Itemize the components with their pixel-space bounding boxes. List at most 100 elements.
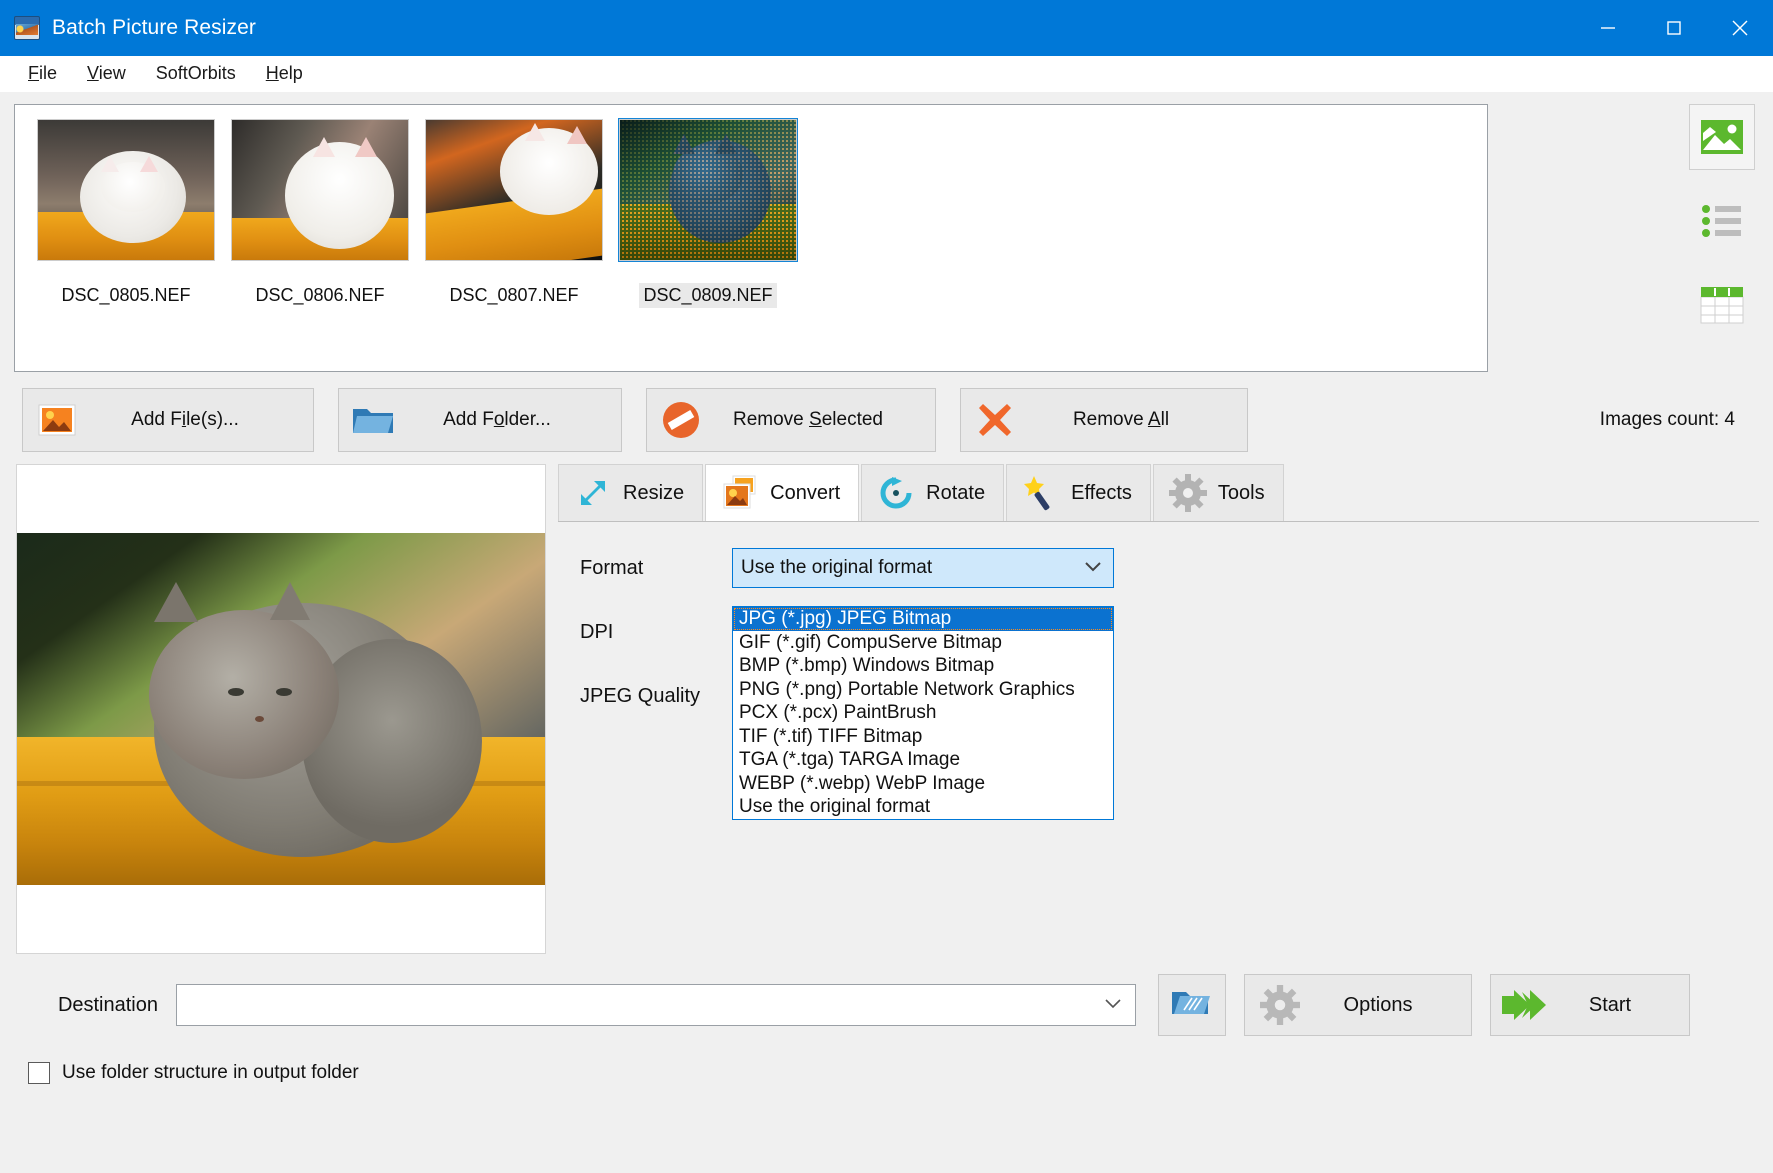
- list-item-label: DSC_0809.NEF: [639, 283, 777, 308]
- tab-tools[interactable]: Tools: [1152, 464, 1284, 522]
- options-label: Options: [1343, 993, 1413, 1016]
- dropdown-option[interactable]: JPG (*.jpg) JPEG Bitmap: [733, 607, 1113, 631]
- dropdown-option[interactable]: PCX (*.pcx) PaintBrush: [733, 701, 1113, 725]
- preview-image: [17, 533, 545, 885]
- tab-rotate-label: Rotate: [926, 481, 986, 504]
- dpi-label: DPI: [580, 620, 614, 643]
- convert-tab-panel: Format Use the original format DPI JPEG …: [558, 521, 1759, 952]
- dropdown-option[interactable]: TIF (*.tif) TIFF Bitmap: [733, 725, 1113, 749]
- images-count-label: Images count: 4: [1599, 409, 1735, 430]
- convert-images-icon: [718, 474, 762, 512]
- window-title: Batch Picture Resizer: [52, 16, 257, 39]
- format-row: Format Use the original format: [558, 548, 1759, 588]
- format-dropdown-list[interactable]: JPG (*.jpg) JPEG Bitmap GIF (*.gif) Comp…: [732, 606, 1114, 820]
- destination-row: Destination Options Start: [0, 952, 1773, 1036]
- use-folder-structure-row[interactable]: Use folder structure in output folder: [0, 1036, 1773, 1084]
- tab-rotate[interactable]: Rotate: [861, 464, 1005, 522]
- menu-bar: File View SoftOrbits Help: [0, 56, 1773, 92]
- preview-panel: [16, 464, 546, 954]
- window-controls: [1575, 0, 1773, 56]
- minimize-button[interactable]: [1575, 0, 1641, 56]
- action-button-row: Add File(s)... Add Folder... Remove Sele…: [0, 372, 1773, 452]
- app-icon: [14, 16, 40, 40]
- dropdown-option[interactable]: PNG (*.png) Portable Network Graphics: [733, 678, 1113, 702]
- menu-item-view[interactable]: View: [73, 60, 140, 87]
- folder-icon: [345, 403, 401, 437]
- tab-convert-label: Convert: [770, 481, 841, 504]
- view-mode-buttons: [1689, 104, 1759, 356]
- no-entry-icon: [653, 400, 709, 440]
- list-view-button[interactable]: [1689, 188, 1755, 254]
- title-bar: Batch Picture Resizer: [0, 0, 1773, 56]
- dropdown-option[interactable]: WEBP (*.webp) WebP Image: [733, 772, 1113, 796]
- maximize-icon: [1667, 21, 1681, 35]
- tab-effects[interactable]: Effects: [1006, 464, 1151, 522]
- thumbnail-view-button[interactable]: [1689, 104, 1755, 170]
- gear-icon: [1166, 474, 1210, 512]
- format-select[interactable]: Use the original format: [732, 548, 1114, 588]
- dropdown-option[interactable]: GIF (*.gif) CompuServe Bitmap: [733, 631, 1113, 655]
- maximize-button[interactable]: [1641, 0, 1707, 56]
- minimize-icon: [1601, 27, 1615, 29]
- destination-label: Destination: [57, 993, 158, 1016]
- remove-all-label: Remove All: [1072, 409, 1170, 430]
- options-button[interactable]: Options: [1244, 974, 1472, 1036]
- resize-arrow-icon: [571, 475, 615, 511]
- list-item[interactable]: DSC_0807.NEF: [417, 119, 611, 308]
- cross-icon: [967, 400, 1023, 440]
- dropdown-option[interactable]: TGA (*.tga) TARGA Image: [733, 748, 1113, 772]
- thumbnail-image: [37, 119, 215, 261]
- menu-item-softorbits[interactable]: SoftOrbits: [142, 60, 250, 87]
- start-button[interactable]: Start: [1490, 974, 1690, 1036]
- filmstrip-area: DSC_0805.NEF DSC_0806.NEF DSC_0807.NEF D…: [0, 92, 1773, 372]
- jpeg-quality-label: JPEG Quality: [580, 684, 701, 707]
- add-files-label: Add File(s)...: [131, 409, 239, 430]
- close-icon: [1732, 20, 1748, 36]
- settings-panel: Resize Convert Rotate Effects Tools Form…: [558, 464, 1759, 952]
- browse-destination-button[interactable]: [1158, 974, 1226, 1036]
- menu-item-help[interactable]: Help: [252, 60, 317, 87]
- list-item-label: DSC_0805.NEF: [61, 285, 191, 305]
- image-list[interactable]: DSC_0805.NEF DSC_0806.NEF DSC_0807.NEF D…: [14, 104, 1488, 372]
- chevron-down-icon: [1103, 996, 1123, 1015]
- gear-icon: [1245, 985, 1315, 1025]
- chevron-down-icon: [1083, 557, 1103, 579]
- image-icon: [1701, 120, 1743, 154]
- use-folder-structure-label: Use folder structure in output folder: [62, 1062, 359, 1083]
- thumbnail-image: [231, 119, 409, 261]
- green-arrow-icon: [1491, 988, 1561, 1022]
- dropdown-option[interactable]: BMP (*.bmp) Windows Bitmap: [733, 654, 1113, 678]
- magic-wand-icon: [1019, 474, 1063, 512]
- list-item[interactable]: DSC_0809.NEF: [611, 118, 805, 308]
- tab-effects-label: Effects: [1071, 481, 1132, 504]
- rotate-icon: [874, 475, 918, 511]
- destination-select[interactable]: [176, 984, 1136, 1026]
- remove-all-button[interactable]: Remove All: [960, 388, 1248, 452]
- table-icon: [1700, 287, 1744, 324]
- open-folder-icon: [1170, 986, 1214, 1025]
- remove-selected-label: Remove Selected: [733, 409, 883, 430]
- add-folder-button[interactable]: Add Folder...: [338, 388, 622, 452]
- remove-selected-button[interactable]: Remove Selected: [646, 388, 936, 452]
- picture-icon: [29, 403, 85, 437]
- tab-convert[interactable]: Convert: [705, 464, 860, 522]
- close-button[interactable]: [1707, 0, 1773, 56]
- tab-resize[interactable]: Resize: [558, 464, 704, 522]
- list-item[interactable]: DSC_0806.NEF: [223, 119, 417, 308]
- menu-item-file[interactable]: File: [14, 60, 71, 87]
- details-view-button[interactable]: [1689, 272, 1755, 338]
- format-select-value: Use the original format: [741, 557, 933, 578]
- dropdown-option[interactable]: Use the original format: [733, 795, 1113, 819]
- tab-bar: Resize Convert Rotate Effects Tools: [558, 464, 1759, 522]
- add-files-button[interactable]: Add File(s)...: [22, 388, 314, 452]
- thumbnail-image: [618, 118, 798, 262]
- format-label: Format: [580, 556, 644, 579]
- lower-area: Resize Convert Rotate Effects Tools Form…: [0, 452, 1773, 954]
- tab-resize-label: Resize: [623, 481, 685, 504]
- tab-tools-label: Tools: [1217, 481, 1265, 504]
- list-item-label: DSC_0806.NEF: [255, 285, 385, 305]
- list-item-label: DSC_0807.NEF: [449, 285, 579, 305]
- use-folder-structure-checkbox[interactable]: [28, 1062, 50, 1084]
- thumbnail-image: [425, 119, 603, 261]
- list-item[interactable]: DSC_0805.NEF: [29, 119, 223, 308]
